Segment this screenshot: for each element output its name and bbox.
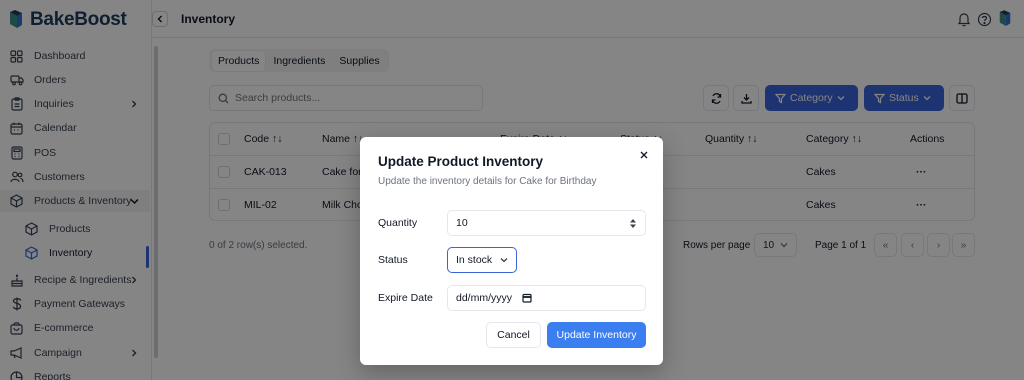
status-label: Status — [378, 254, 408, 266]
cancel-button[interactable]: Cancel — [486, 322, 541, 348]
update-inventory-dialog: Update Product Inventory Update the inve… — [360, 137, 663, 365]
dialog-subtitle: Update the inventory details for Cake fo… — [378, 176, 597, 187]
calendar-icon[interactable] — [522, 293, 532, 303]
status-value: In stock — [456, 254, 493, 266]
expire-date-label: Expire Date — [378, 292, 433, 304]
quantity-label: Quantity — [378, 217, 418, 229]
expire-date-placeholder: dd/mm/yyyy — [456, 292, 513, 304]
close-dialog-button[interactable] — [637, 148, 651, 162]
quantity-input[interactable]: 10 — [447, 210, 646, 236]
close-icon — [640, 151, 648, 159]
status-select[interactable]: In stock — [447, 247, 517, 273]
update-inventory-button[interactable]: Update Inventory — [547, 322, 646, 348]
number-stepper-icon[interactable] — [629, 218, 637, 229]
chevron-down-icon — [500, 258, 508, 263]
dialog-title: Update Product Inventory — [378, 154, 544, 169]
expire-date-input[interactable]: dd/mm/yyyy — [447, 285, 646, 311]
quantity-value: 10 — [456, 217, 468, 229]
